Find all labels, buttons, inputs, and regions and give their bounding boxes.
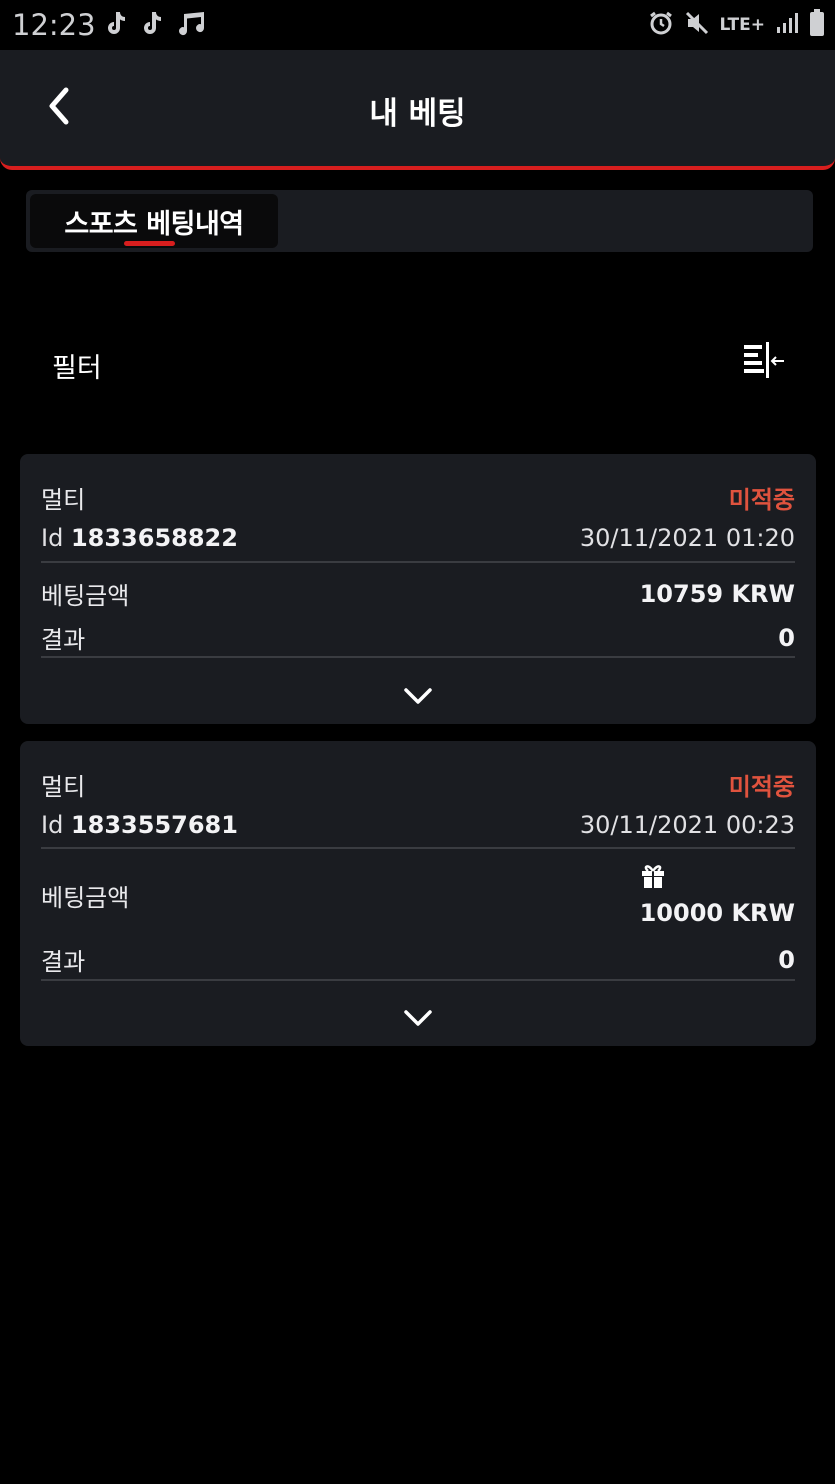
chevron-down-icon	[403, 1008, 433, 1032]
bet-result: 0	[778, 945, 795, 974]
page-title: 내 베팅	[369, 96, 466, 132]
bet-card: 멀티 미적중 Id 1833658822 30/11/2021 01:20 베팅…	[20, 454, 816, 724]
bet-status: 미적중	[728, 773, 795, 801]
tab-active-indicator	[124, 241, 175, 246]
expand-button[interactable]	[396, 1002, 440, 1038]
bet-result: 0	[778, 623, 795, 652]
mute-icon	[684, 10, 710, 40]
bet-header-row: 멀티 미적중	[41, 767, 795, 802]
bet-id-value: 1833658822	[70, 524, 238, 552]
tab-label: 스포츠 베팅내역	[64, 208, 244, 240]
bet-type: 멀티	[41, 486, 86, 514]
bet-id-row: Id 1833557681 30/11/2021 00:23	[41, 811, 795, 839]
status-bar: 12:23 LTE+	[0, 0, 835, 50]
filter-label: 필터	[52, 353, 102, 384]
filter-sort-icon	[740, 341, 786, 385]
system-icons: LTE+	[648, 9, 825, 41]
bet-header-row: 멀티 미적중	[41, 480, 795, 515]
battery-icon	[809, 9, 825, 41]
bet-amount-row: 베팅금액 10759 KRW	[41, 576, 795, 611]
tiktok-icon	[104, 10, 126, 40]
bet-result-label: 결과	[41, 626, 86, 654]
bet-amount: 10759 KRW	[639, 579, 795, 608]
bet-datetime: 30/11/2021 01:20	[579, 524, 795, 552]
bet-amount-label: 베팅금액	[41, 883, 130, 912]
bet-result-label: 결과	[41, 948, 86, 976]
filter-button[interactable]	[738, 340, 788, 386]
tiktok-icon	[140, 10, 162, 40]
divider	[41, 656, 795, 658]
bet-amount-row: 베팅금액 10000 KRW	[41, 863, 795, 927]
bet-amount-stack: 10000 KRW	[640, 863, 795, 927]
bet-amount-label: 베팅금액	[41, 582, 130, 610]
gift-icon	[640, 863, 666, 893]
tab-bar: 스포츠 베팅내역	[26, 190, 813, 252]
signal-icon	[775, 11, 799, 39]
lte-icon: LTE+	[719, 15, 765, 35]
chevron-down-icon	[403, 686, 433, 710]
bet-card: 멀티 미적중 Id 1833557681 30/11/2021 00:23 베팅…	[20, 741, 816, 1046]
bet-id-row: Id 1833658822 30/11/2021 01:20	[41, 524, 795, 552]
status-time: 12:23	[12, 8, 96, 42]
tab-sports-bet-history[interactable]: 스포츠 베팅내역	[30, 194, 278, 248]
bet-id: Id 1833658822	[41, 524, 238, 552]
music-icon	[176, 10, 206, 40]
divider	[41, 847, 795, 849]
notification-icons	[104, 10, 206, 40]
expand-button[interactable]	[396, 680, 440, 716]
bet-id-value: 1833557681	[70, 811, 238, 839]
bet-amount: 10000 KRW	[639, 899, 795, 927]
app-header: 내 베팅	[0, 50, 835, 170]
bet-datetime: 30/11/2021 00:23	[579, 811, 795, 839]
bet-type: 멀티	[41, 773, 86, 801]
divider	[41, 561, 795, 563]
alarm-icon	[648, 10, 674, 40]
bet-id-label: Id	[41, 524, 64, 552]
divider	[41, 979, 795, 981]
bet-result-row: 결과 0	[41, 620, 795, 655]
bet-id: Id 1833557681	[41, 811, 238, 839]
bet-id-label: Id	[41, 811, 64, 839]
bet-status: 미적중	[728, 486, 795, 514]
bet-result-row: 결과 0	[41, 942, 795, 977]
